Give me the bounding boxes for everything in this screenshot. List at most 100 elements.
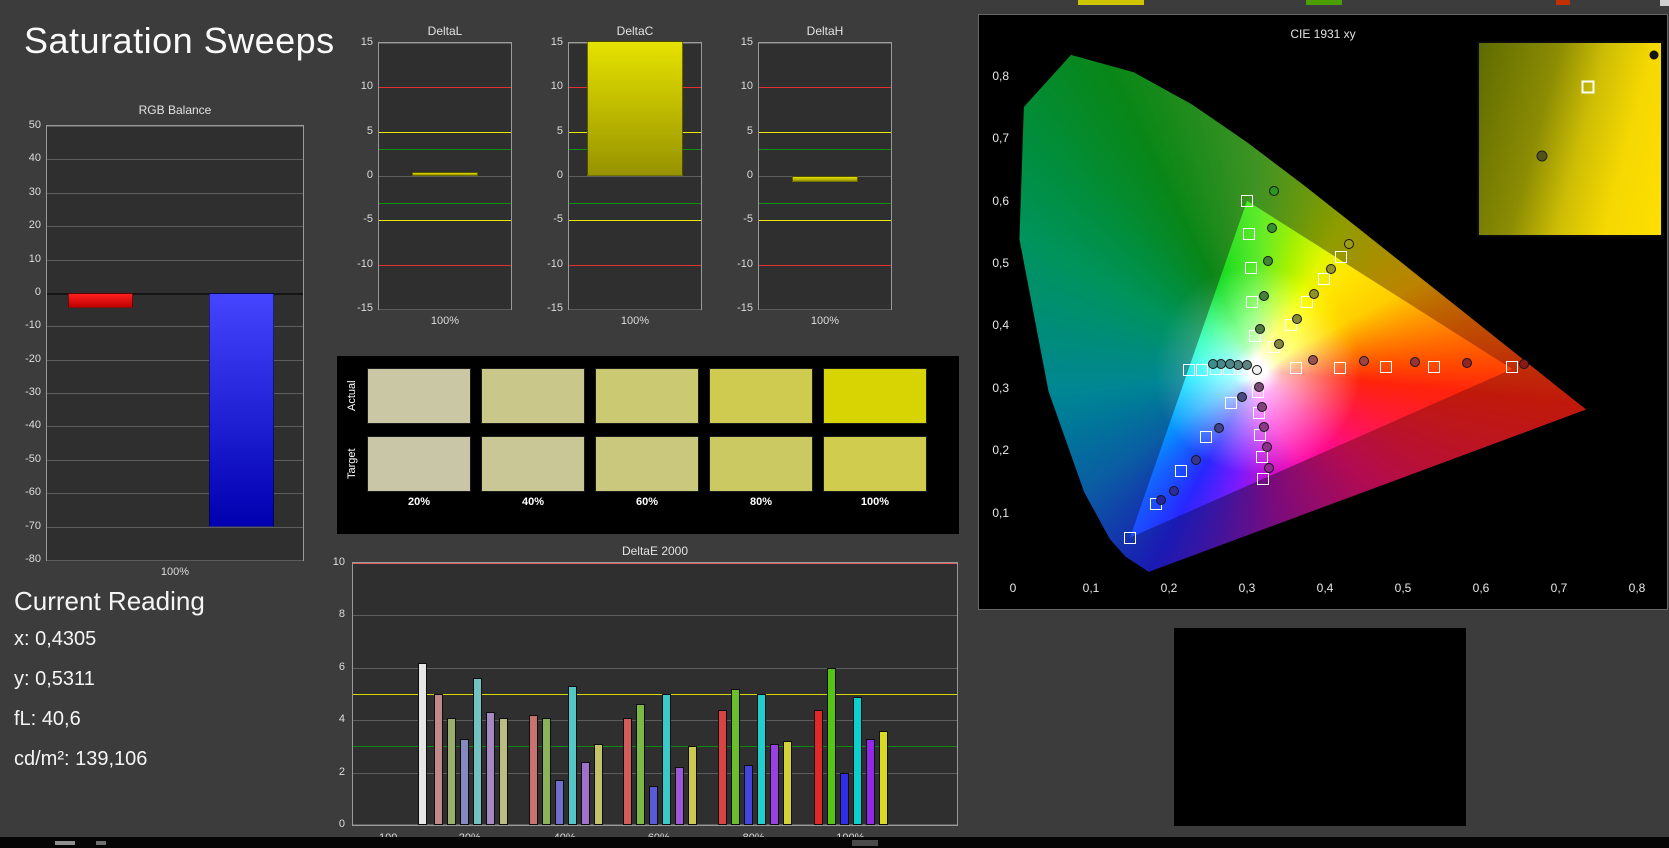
rgb-balance-y-axis: 50403020100-10-20-30-40-50-60-70-80 [12,125,44,561]
target-point [1256,451,1268,463]
measured-point [1156,495,1166,505]
target-point [1335,251,1347,263]
gridline [47,126,303,127]
taskbar-mark [96,841,106,845]
axis-tick-label: 10 [361,80,373,92]
axis-tick-label: 5 [747,125,753,137]
delta-c-y-axis: 151050-5-10-15 [530,42,566,310]
axis-tick-label: 2 [339,766,345,778]
target-swatch-80% [709,436,813,492]
axis-tick-label: -60 [25,486,41,498]
axis-tick-label: -40 [25,419,41,431]
measured-point [1326,264,1336,274]
delta-e-bar [486,712,495,825]
taskbar-strip[interactable] [0,837,1669,848]
reading-y: y: 0,5311 [14,668,95,691]
axis-tick-label: 0 [35,286,41,298]
axis-tick-label: 0 [367,169,373,181]
axis-tick-label: 0 [1010,581,1017,595]
measured-point [1214,423,1224,433]
axis-tick-label: 4 [339,713,345,725]
target-point [1506,361,1518,373]
measured-point [1263,256,1273,266]
axis-tick-label: 0,8 [992,69,1009,83]
swatch-comparison-panel[interactable]: ActualTarget20%40%60%80%100% [337,356,959,534]
measured-point [1252,365,1262,375]
axis-tick-label: 0 [557,169,563,181]
delta-l-chart[interactable]: DeltaL 151050-5-10-15 100% [340,24,520,328]
swatch-saturation-label: 60% [595,496,699,508]
axis-tick-label: 0,7 [992,131,1009,145]
target-swatch-100% [823,436,927,492]
edge-artifact-yellow [1078,0,1144,5]
swatch-saturation-label: 80% [709,496,813,508]
reading-y-value: 0,5311 [35,668,95,690]
delta-e-bar [649,786,658,825]
delta-h-chart[interactable]: DeltaH 151050-5-10-15 100% [720,24,900,328]
axis-tick-label: 5 [367,125,373,137]
delta-e-2000-chart[interactable]: DeltaE 2000 1086420 10020%40%60%80%100% [330,544,972,846]
gridline [47,260,303,261]
delta-e-bar [675,767,684,825]
gridline [47,527,303,528]
target-swatch-60% [595,436,699,492]
target-point [1428,361,1440,373]
pattern-display-window [1174,628,1466,826]
target-point [1290,362,1302,374]
axis-tick-label: 10 [333,556,345,568]
measured-point [1519,359,1529,369]
delta-e-2000-title: DeltaE 2000 [352,544,958,558]
axis-tick-label: 0,4 [1317,581,1334,595]
reference-line [379,149,511,150]
axis-tick-label: 0,8 [1629,581,1646,595]
axis-tick-label: 6 [339,661,345,673]
delta-c-x-label: 100% [568,314,702,328]
swatch-row-label: Target [343,436,361,492]
delta-e-bar [594,744,603,825]
delta-l-plot [378,42,512,310]
measured-point [1359,356,1369,366]
delta-e-bar [718,710,727,825]
axis-tick-label: 0 [747,169,753,181]
measured-point [1309,289,1319,299]
target-point [1257,473,1269,485]
target-point [1175,465,1187,477]
current-reading-heading: Current Reading [14,586,205,617]
cie-x-axis: 00,10,20,30,40,50,60,70,8 [1013,579,1637,599]
delta-e-bar [757,694,766,825]
taskbar-mark [55,841,75,845]
delta-e-bar [499,718,508,825]
swatch-row-label: Actual [343,368,361,424]
delta-e-bar [744,765,753,825]
delta-e-bar [853,697,862,825]
actual-swatch-100% [823,368,927,424]
target-point [1200,431,1212,443]
cie-zoom-inset [1477,41,1663,237]
axis-tick-label: -20 [25,353,41,365]
cie-1931-panel[interactable]: CIE 1931 xy 00,10,20,30,40,50,60,70,8 0,… [978,14,1668,610]
axis-tick-label: 0,6 [1473,581,1490,595]
axis-tick-label: -70 [25,520,41,532]
reference-line [379,265,511,266]
target-point [1243,228,1255,240]
delta-h-y-axis: 151050-5-10-15 [720,42,756,310]
measured-point [1292,314,1302,324]
inset-edge-point [1649,50,1658,59]
delta-c-title: DeltaC [568,24,702,38]
delta-e-bar [866,739,875,825]
delta-e-bar [434,694,443,825]
deltaH-bar [792,176,858,182]
red-balance-bar [68,293,133,308]
measured-point [1191,455,1201,465]
measured-point [1410,357,1420,367]
target-point [1225,397,1237,409]
axis-tick-label: 10 [741,80,753,92]
delta-e-bar [840,773,849,825]
axis-tick-label: 0,1 [1083,581,1100,595]
delta-c-chart[interactable]: DeltaC 151050-5-10-15 100% [530,24,710,328]
target-point [1380,361,1392,373]
axis-tick-label: 0,3 [1239,581,1256,595]
rgb-balance-chart[interactable]: RGB Balance 50403020100-10-20-30-40-50-6… [12,103,308,583]
delta-e-2000-y-axis: 1086420 [330,562,348,826]
axis-tick-label: -80 [25,553,41,565]
